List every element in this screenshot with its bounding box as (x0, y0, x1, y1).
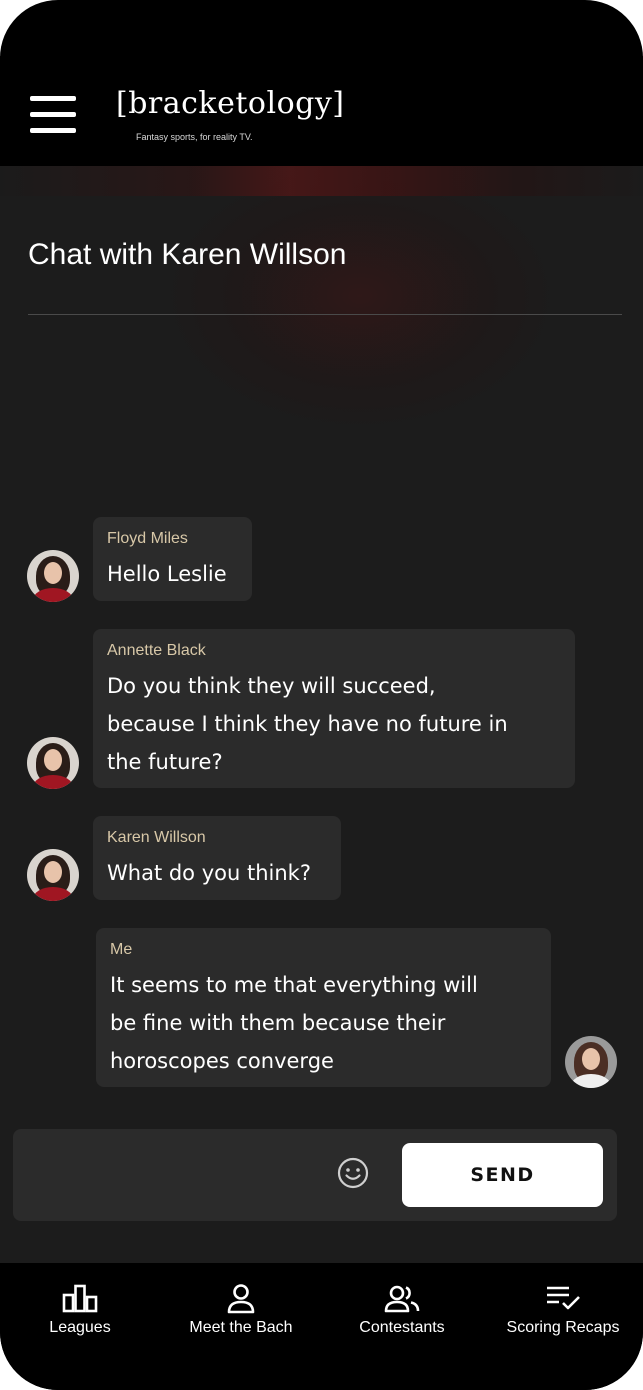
device-notch (192, 0, 450, 56)
message-sender: Floyd Miles (107, 530, 188, 547)
nav-item-scoring-recaps[interactable]: Scoring Recaps (483, 1263, 643, 1353)
chat-screen: Chat with Karen Willson Floyd Miles Hell… (0, 166, 643, 1263)
avatar[interactable] (27, 737, 79, 789)
message-bubble: Karen Willson What do you think? (93, 816, 341, 900)
message-bubble-own: Me It seems to me that everything will b… (96, 928, 551, 1087)
my-avatar[interactable] (565, 1036, 617, 1088)
nav-item-contestants[interactable]: Contestants (322, 1263, 482, 1353)
message-text: What do you think? (107, 861, 311, 885)
logo-tagline: Fantasy sports, for reality TV. (136, 132, 253, 142)
message-sender: Annette Black (107, 642, 206, 659)
nav-label: Leagues (49, 1319, 111, 1336)
nav-label: Meet the Bach (189, 1319, 293, 1336)
phone-frame: [bracketology] Fantasy sports, for reali… (0, 0, 643, 1390)
message-text: It seems to me that everything will be f… (110, 973, 478, 1073)
message-text: Do you think they will succeed, because … (107, 674, 508, 774)
background-rose-image (170, 166, 550, 426)
avatar[interactable] (27, 550, 79, 602)
hamburger-menu-icon[interactable] (30, 96, 76, 134)
people-icon (384, 1285, 420, 1313)
title-divider (28, 314, 622, 315)
bar-chart-icon (62, 1284, 98, 1313)
logo-text: [bracketology] (116, 86, 345, 121)
message-bubble: Annette Black Do you think they will suc… (93, 629, 575, 788)
message-bubble: Floyd Miles Hello Leslie (93, 517, 252, 601)
bottom-nav: Leagues Meet the Bach Contestants Scorin… (0, 1263, 643, 1390)
app-header: [bracketology] Fantasy sports, for reali… (0, 56, 643, 166)
page-title: Chat with Karen Willson (28, 238, 347, 271)
smiley-icon[interactable] (337, 1157, 369, 1189)
nav-label: Contestants (359, 1319, 445, 1336)
checklist-icon (547, 1286, 580, 1310)
message-sender: Me (110, 941, 133, 958)
message-sender: Karen Willson (107, 829, 206, 846)
person-icon (227, 1284, 255, 1314)
send-button[interactable]: SEND (402, 1143, 603, 1207)
avatar[interactable] (27, 849, 79, 901)
nav-item-leagues[interactable]: Leagues (0, 1263, 160, 1353)
message-text: Hello Leslie (107, 562, 227, 586)
nav-item-meet-the-bach[interactable]: Meet the Bach (161, 1263, 321, 1353)
background-rose-band (0, 166, 643, 196)
nav-label: Scoring Recaps (506, 1319, 620, 1336)
message-composer[interactable]: SEND (13, 1129, 617, 1221)
app-logo: [bracketology] Fantasy sports, for reali… (116, 86, 344, 146)
